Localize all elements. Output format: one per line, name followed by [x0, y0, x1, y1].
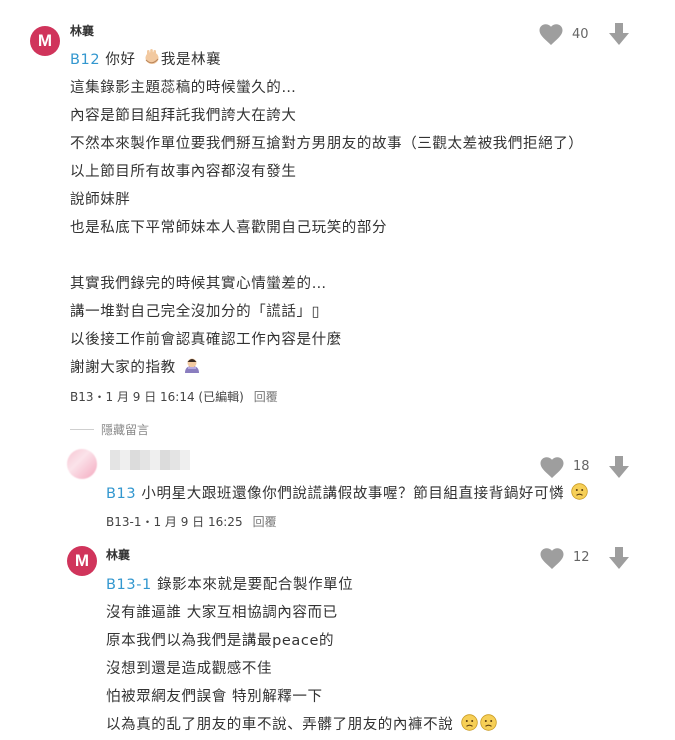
like-count: 40 — [572, 27, 589, 42]
thumb-down-icon[interactable] — [609, 23, 629, 45]
sad-face-icon — [479, 714, 497, 735]
sad-face-icon — [460, 714, 478, 735]
comment-line: 這集錄影主題蕊稿的時候蠻久的… — [70, 80, 297, 96]
thumb-down-icon[interactable] — [609, 456, 629, 478]
heart-icon[interactable] — [539, 24, 563, 46]
floor-link[interactable]: B12 — [70, 52, 100, 68]
comment-line: 說師妹胖 — [70, 192, 131, 208]
comment-line: B13 小明星大跟班還像你們說謊講假故事喔？節目組直接背鍋好可憐 — [106, 482, 589, 504]
comment-line: 沒有誰逼誰 大家互相協調內容而已 — [106, 605, 338, 621]
comment-line: 其實我們錄完的時候其實心情蠻差的… — [70, 276, 327, 292]
blurred-avatar[interactable] — [67, 449, 97, 479]
thumb-down-icon[interactable] — [609, 547, 629, 569]
reply-button[interactable]: 回覆 — [254, 390, 278, 404]
like-count: 18 — [573, 459, 590, 474]
comment-line: 沒想到還是造成觀感不佳 — [106, 661, 273, 677]
divider — [70, 429, 94, 430]
comment-line: 不然本來製作單位要我們掰互搶對方男朋友的故事（三觀太差被我們拒絕了） — [70, 136, 584, 152]
heart-icon[interactable] — [540, 457, 564, 479]
avatar[interactable]: M — [30, 26, 60, 56]
sad-face-icon — [571, 483, 589, 504]
comment-meta: B13・1 月 9 日 16:14 (已編輯) 回覆 — [70, 390, 278, 404]
comment-line: 也是私底下平常師妹本人喜歡開自己玩笑的部分 — [70, 220, 388, 236]
comment-line: 原本我們以為我們是講最peace的 — [106, 633, 335, 649]
waving-hand-icon — [143, 48, 161, 70]
bowing-person-icon — [183, 356, 201, 378]
comment-line: 怕被眾網友們誤會 特別解釋一下 — [106, 689, 323, 705]
comment-line: 內容是節目組拜託我們誇大在誇大 — [70, 108, 297, 124]
hidden-comment-label[interactable]: 隱藏留言 — [101, 421, 149, 438]
comment-line: B12 你好 我是林襄 — [70, 48, 221, 70]
floor-link[interactable]: B13 — [106, 486, 136, 502]
reply-button[interactable]: 回覆 — [253, 515, 277, 529]
comment-line: B13-1 錄影本來就是要配合製作單位 — [106, 577, 354, 593]
comment-line: 以上節目所有故事內容都沒有發生 — [70, 164, 297, 180]
like-count: 12 — [573, 550, 590, 565]
heart-icon[interactable] — [540, 548, 564, 570]
avatar[interactable]: M — [67, 546, 97, 576]
blurred-author-name[interactable] — [110, 450, 190, 470]
comment-line: 以為真的乱了朋友的車不說、弄髒了朋友的內褲不說 — [106, 713, 497, 735]
comment-line: 講一堆對自己完全沒加分的「謊話」▯ — [70, 304, 321, 320]
author-name[interactable]: 林襄 — [106, 546, 130, 563]
comment-meta: B13-1・1 月 9 日 16:25 回覆 — [106, 515, 277, 529]
comment-line: 以後接工作前會認真確認工作內容是什麼 — [70, 332, 342, 348]
comment-line: 謝謝大家的指教 — [70, 356, 201, 378]
floor-link[interactable]: B13-1 — [106, 577, 152, 593]
author-name[interactable]: 林襄 — [70, 22, 94, 39]
